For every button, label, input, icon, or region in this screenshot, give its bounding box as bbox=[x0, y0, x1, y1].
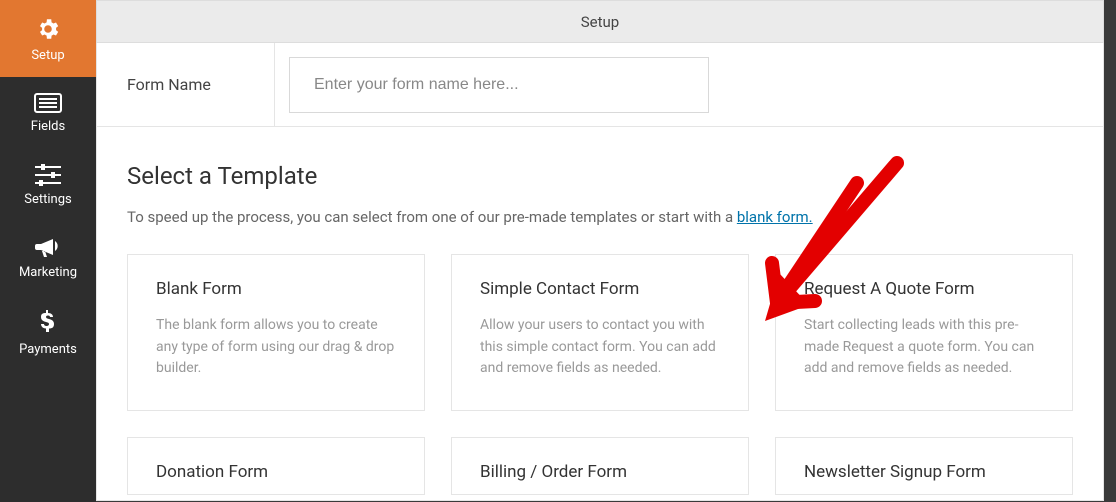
template-title: Request A Quote Form bbox=[804, 279, 1044, 299]
form-name-input[interactable] bbox=[289, 57, 709, 113]
header-bar: Setup bbox=[96, 0, 1104, 43]
templates-grid: Blank Form The blank form allows you to … bbox=[127, 254, 1073, 495]
sidebar: Setup Fields Settings Marketing Payments bbox=[0, 0, 96, 502]
sidebar-item-label: Marketing bbox=[19, 265, 77, 280]
bullhorn-icon bbox=[35, 237, 61, 259]
blank-form-link[interactable]: blank form. bbox=[737, 208, 813, 226]
template-desc: The blank form allows you to create any … bbox=[156, 315, 396, 380]
sidebar-item-payments[interactable]: Payments bbox=[0, 294, 96, 371]
template-title: Simple Contact Form bbox=[480, 279, 720, 299]
template-card-billing-order-form[interactable]: Billing / Order Form bbox=[451, 437, 749, 495]
template-title: Newsletter Signup Form bbox=[804, 462, 1044, 482]
form-name-row: Form Name bbox=[97, 43, 1103, 127]
template-section: Select a Template To speed up the proces… bbox=[97, 127, 1103, 495]
template-card-blank-form[interactable]: Blank Form The blank form allows you to … bbox=[127, 254, 425, 411]
list-icon bbox=[34, 93, 62, 113]
section-desc-text: To speed up the process, you can select … bbox=[127, 208, 737, 226]
sidebar-item-marketing[interactable]: Marketing bbox=[0, 221, 96, 294]
section-desc: To speed up the process, you can select … bbox=[127, 208, 1073, 226]
sidebar-item-setup[interactable]: Setup bbox=[0, 0, 96, 77]
sidebar-item-label: Setup bbox=[31, 48, 64, 63]
content-canvas: Form Name Select a Template To speed up … bbox=[96, 43, 1104, 501]
sidebar-item-settings[interactable]: Settings bbox=[0, 148, 96, 221]
page-title: Setup bbox=[581, 13, 619, 31]
sliders-icon bbox=[35, 164, 61, 186]
template-title: Donation Form bbox=[156, 462, 396, 482]
sidebar-item-label: Fields bbox=[31, 119, 65, 134]
template-card-newsletter-signup-form[interactable]: Newsletter Signup Form bbox=[775, 437, 1073, 495]
template-card-simple-contact-form[interactable]: Simple Contact Form Allow your users to … bbox=[451, 254, 749, 411]
gear-icon bbox=[35, 16, 61, 42]
sidebar-item-fields[interactable]: Fields bbox=[0, 77, 96, 148]
template-card-request-a-quote-form[interactable]: Request A Quote Form Start collecting le… bbox=[775, 254, 1073, 411]
template-title: Blank Form bbox=[156, 279, 396, 299]
main-area: Setup Form Name Select a Template To spe… bbox=[96, 0, 1116, 502]
section-title: Select a Template bbox=[127, 162, 1073, 190]
form-name-label: Form Name bbox=[97, 43, 275, 126]
template-desc: Start collecting leads with this pre-mad… bbox=[804, 315, 1044, 380]
template-card-donation-form[interactable]: Donation Form bbox=[127, 437, 425, 495]
form-name-input-wrap bbox=[275, 57, 709, 113]
sidebar-item-label: Payments bbox=[19, 342, 77, 357]
template-desc: Allow your users to contact you with thi… bbox=[480, 315, 720, 380]
dollar-icon bbox=[40, 310, 56, 336]
sidebar-item-label: Settings bbox=[24, 192, 71, 207]
template-title: Billing / Order Form bbox=[480, 462, 720, 482]
